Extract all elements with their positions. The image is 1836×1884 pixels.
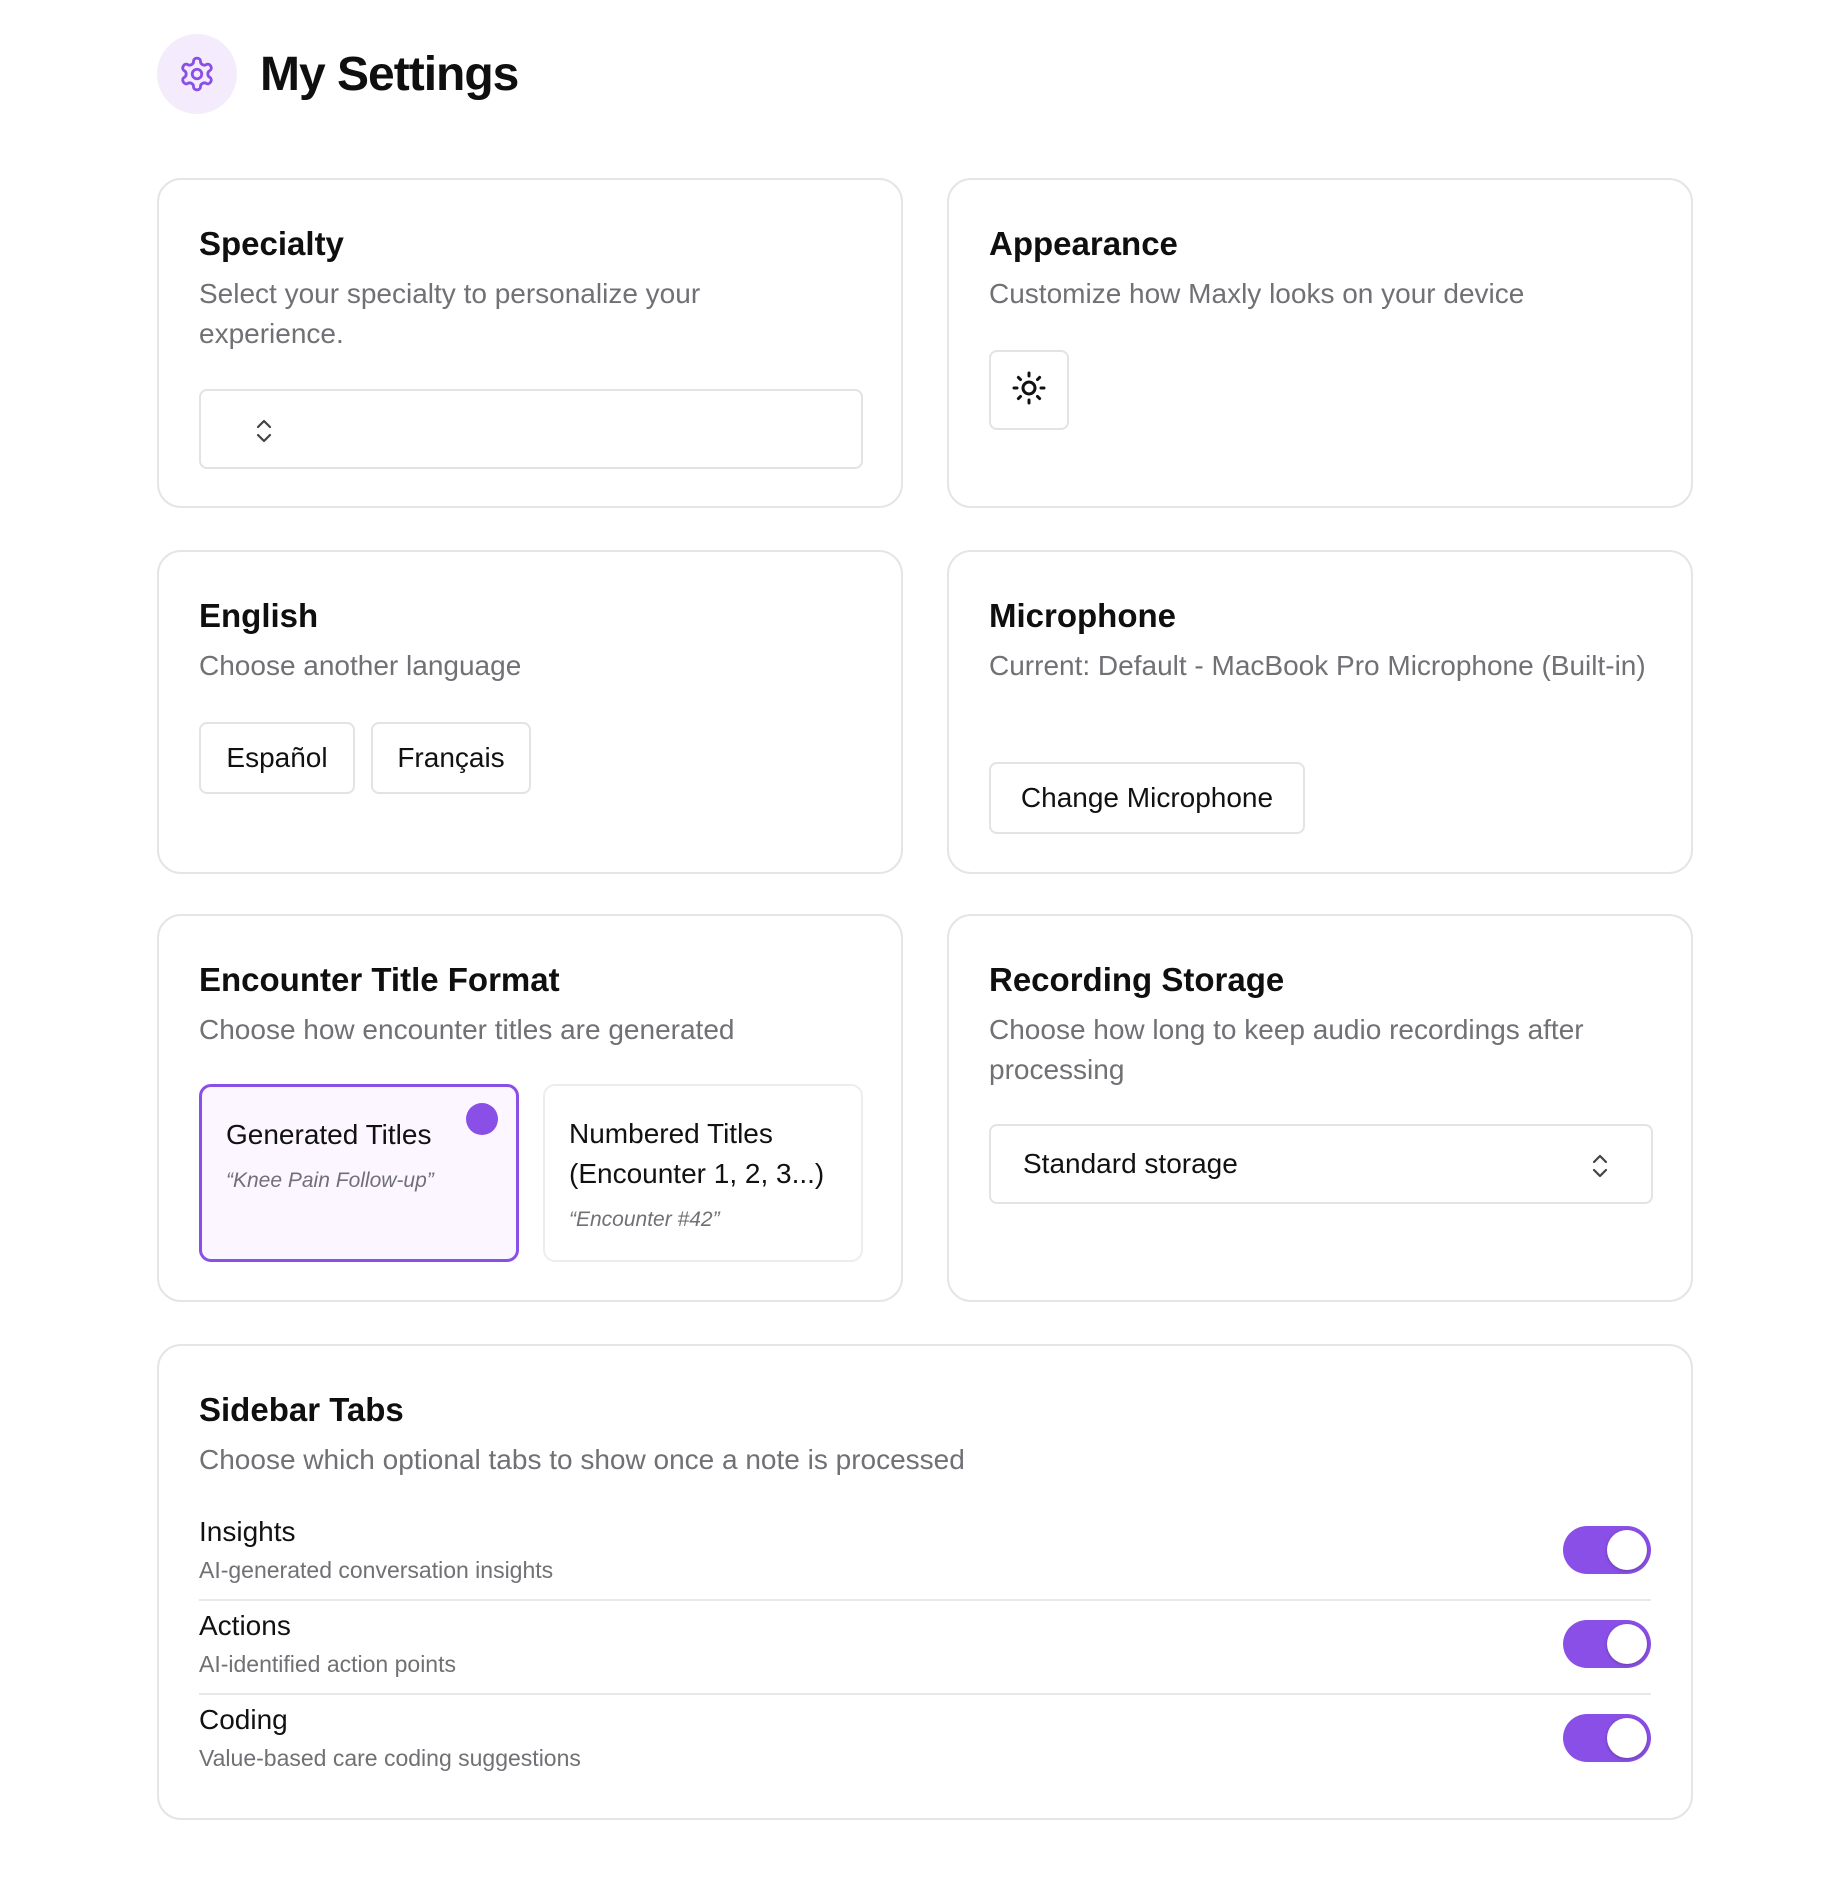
microphone-title: Microphone — [989, 597, 1176, 634]
option-label: Generated Titles — [226, 1119, 432, 1150]
recording-storage-title: Recording Storage — [989, 961, 1285, 998]
language-card: English Choose another language Español … — [157, 550, 903, 874]
recording-storage-card: Recording Storage Choose how long to kee… — [947, 914, 1693, 1302]
actions-toggle[interactable] — [1563, 1620, 1651, 1668]
encounter-title-description: Choose how encounter titles are generate… — [199, 1014, 735, 1045]
divider — [199, 1599, 1651, 1601]
option-generated-titles[interactable]: Generated Titles “Knee Pain Follow-up” — [199, 1084, 519, 1262]
encounter-title-title: Encounter Title Format — [199, 961, 560, 998]
specialty-select[interactable] — [199, 389, 863, 469]
option-example: “Knee Pain Follow-up” — [226, 1169, 434, 1192]
sidebar-tab-insights: Insights AI-generated conversation insig… — [199, 1514, 1651, 1586]
change-microphone-button[interactable]: Change Microphone — [989, 762, 1305, 834]
divider — [199, 1693, 1651, 1695]
sidebar-tabs-card: Sidebar Tabs Choose which optional tabs … — [157, 1344, 1693, 1820]
toggle-knob — [1607, 1718, 1647, 1758]
sidebar-tabs-title: Sidebar Tabs — [199, 1391, 404, 1428]
radio-selected-indicator — [466, 1103, 498, 1135]
sidebar-tab-coding: Coding Value-based care coding suggestio… — [199, 1702, 1651, 1774]
option-numbered-titles[interactable]: Numbered Titles (Encounter 1, 2, 3...) “… — [543, 1084, 863, 1262]
sun-icon — [1011, 370, 1047, 411]
toggle-knob — [1607, 1530, 1647, 1570]
specialty-card: Specialty Select your specialty to perso… — [157, 178, 903, 508]
language-espanol-button[interactable]: Español — [199, 722, 355, 794]
recording-storage-select[interactable]: Standard storage — [989, 1124, 1653, 1204]
toggle-knob — [1607, 1624, 1647, 1664]
recording-storage-description: Choose how long to keep audio recordings… — [989, 1014, 1584, 1085]
gear-icon — [157, 34, 237, 114]
encounter-title-card: Encounter Title Format Choose how encoun… — [157, 914, 903, 1302]
specialty-description: Select your specialty to personalize you… — [199, 278, 701, 349]
page-header: My Settings — [157, 34, 519, 114]
insights-toggle[interactable] — [1563, 1526, 1651, 1574]
tab-name: Insights — [199, 1516, 296, 1547]
tab-description: Value-based care coding suggestions — [199, 1745, 581, 1771]
appearance-card: Appearance Customize how Maxly looks on … — [947, 178, 1693, 508]
option-label: Numbered Titles (Encounter 1, 2, 3...) — [569, 1118, 825, 1189]
sidebar-tabs-description: Choose which optional tabs to show once … — [199, 1444, 965, 1475]
microphone-description: Current: Default - MacBook Pro Microphon… — [989, 650, 1646, 681]
microphone-card: Microphone Current: Default - MacBook Pr… — [947, 550, 1693, 874]
page-title: My Settings — [260, 47, 519, 101]
appearance-description: Customize how Maxly looks on your device — [989, 278, 1525, 309]
appearance-title: Appearance — [989, 225, 1178, 262]
tab-name: Actions — [199, 1610, 291, 1641]
language-francais-button[interactable]: Français — [371, 722, 531, 794]
chevron-up-down-icon — [253, 417, 275, 450]
language-description: Choose another language — [199, 650, 522, 681]
coding-toggle[interactable] — [1563, 1714, 1651, 1762]
tab-description: AI-generated conversation insights — [199, 1557, 554, 1583]
theme-toggle-button[interactable] — [989, 350, 1069, 430]
settings-page: My Settings Specialty Select your specia… — [0, 0, 1836, 1884]
specialty-title: Specialty — [199, 225, 344, 262]
language-title: English — [199, 597, 319, 634]
tab-description: AI-identified action points — [199, 1651, 456, 1677]
tab-name: Coding — [199, 1704, 288, 1735]
chevron-up-down-icon — [1589, 1152, 1611, 1185]
recording-storage-select-value: Standard storage — [1023, 1148, 1238, 1179]
option-example: “Encounter #42” — [569, 1208, 720, 1231]
sidebar-tab-actions: Actions AI-identified action points — [199, 1608, 1651, 1680]
